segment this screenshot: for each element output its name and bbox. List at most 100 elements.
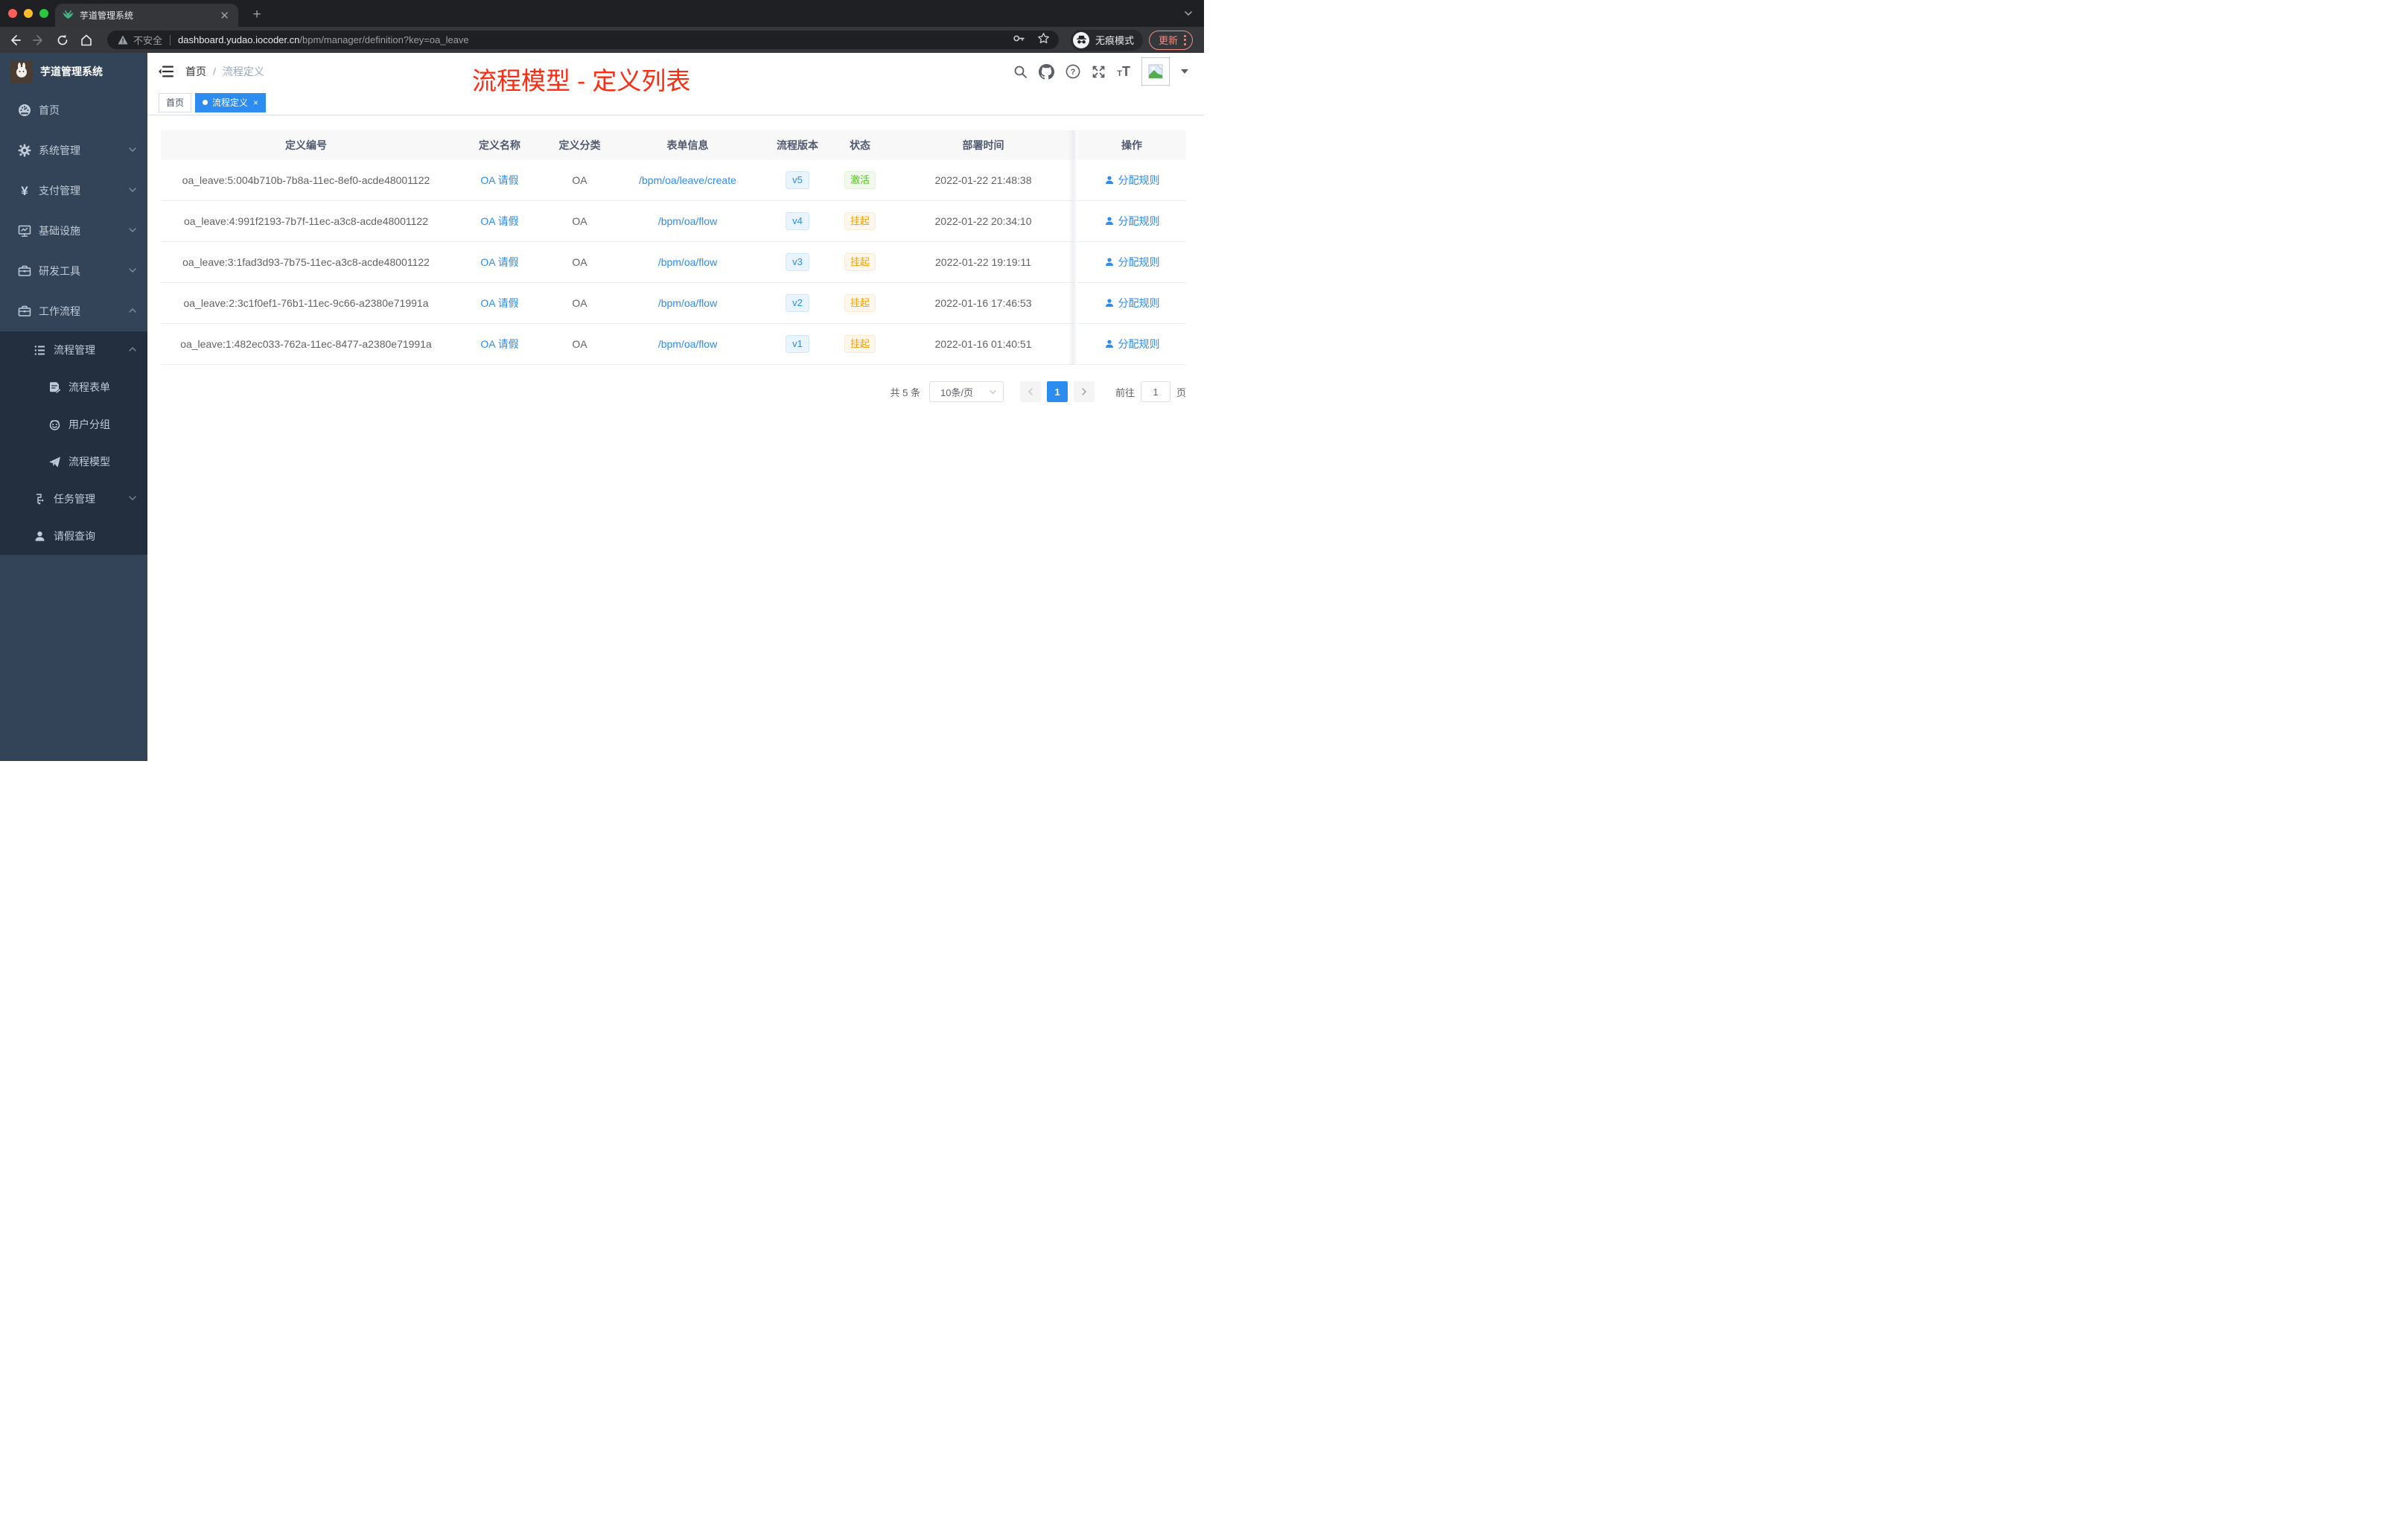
form-link[interactable]: /bpm/oa/flow: [658, 215, 717, 227]
gear-icon: [18, 144, 31, 157]
prev-page-button[interactable]: [1019, 381, 1041, 402]
yen-icon: ¥: [21, 183, 28, 198]
chrome-update-button[interactable]: 更新: [1149, 30, 1194, 50]
tab-close-icon[interactable]: ✕: [218, 9, 231, 22]
deploy-time: 2022-01-16 17:46:53: [934, 297, 1032, 309]
briefcase-icon: [18, 305, 31, 318]
status-badge: 挂起: [844, 334, 876, 354]
security-label: 不安全: [133, 35, 163, 46]
chevron-down-icon: [128, 185, 137, 197]
avatar-caret-icon[interactable]: [1181, 69, 1188, 74]
tag-process-definition[interactable]: 流程定义 ×: [195, 92, 267, 112]
tag-home[interactable]: 首页: [159, 92, 192, 112]
hamburger-collapse-icon[interactable]: [159, 65, 173, 78]
tab-search-chevron-icon[interactable]: [1183, 8, 1194, 22]
status-badge: 激活: [844, 171, 876, 190]
status-badge: 挂起: [844, 293, 876, 313]
sidebar-item-label: 基础设施: [39, 225, 80, 237]
back-button[interactable]: [8, 34, 22, 47]
assign-rule-button[interactable]: 分配规则: [1104, 337, 1160, 351]
definition-name-link[interactable]: OA 请假: [480, 174, 518, 186]
sidebar-item-workflow[interactable]: 工作流程: [0, 291, 147, 331]
deploy-time: 2022-01-22 19:19:11: [935, 256, 1031, 268]
breadcrumb-separator: /: [213, 66, 216, 77]
sidebar-item-process-model[interactable]: 流程模型: [0, 443, 147, 480]
sidebar-item-task-management[interactable]: 任务管理: [0, 480, 147, 518]
form-link[interactable]: /bpm/oa/flow: [658, 256, 717, 268]
incognito-badge: 无痕模式: [1071, 29, 1144, 51]
forward-button[interactable]: [32, 34, 45, 47]
sidebar-item-infrastructure[interactable]: 基础设施: [0, 211, 147, 251]
new-tab-button[interactable]: +: [247, 5, 267, 25]
form-link[interactable]: /bpm/oa/leave/create: [639, 174, 736, 186]
column-header: 流程版本: [777, 139, 818, 151]
form-link[interactable]: /bpm/oa/flow: [658, 297, 717, 309]
version-badge: v1: [786, 334, 809, 354]
home-button[interactable]: [80, 34, 93, 47]
security-chip[interactable]: 不安全: [118, 33, 162, 47]
person-icon: [1105, 299, 1113, 307]
font-size-icon[interactable]: TT: [1117, 65, 1130, 78]
goto-label: 前往: [1115, 386, 1135, 398]
form-link[interactable]: /bpm/oa/flow: [658, 338, 717, 350]
main-area: 首页 / 流程定义 流程模型 - 定义列表 ? TT 首页 流程定义 × 定义编…: [147, 53, 1204, 761]
person-icon: [1105, 258, 1113, 266]
browser-tab[interactable]: 芋道管理系统 ✕: [55, 4, 238, 27]
sidebar-item-home[interactable]: 首页: [0, 90, 147, 130]
help-icon[interactable]: ?: [1066, 64, 1080, 79]
assign-rule-button[interactable]: 分配规则: [1104, 173, 1160, 188]
deploy-time: 2022-01-22 20:34:10: [934, 215, 1032, 227]
definition-name-link[interactable]: OA 请假: [480, 215, 518, 227]
table-header-row: 定义编号 定义名称 定义分类 表单信息 流程版本 状态 部署时间 操作: [161, 130, 1186, 160]
window-controls[interactable]: [8, 9, 48, 18]
bookmark-star-icon[interactable]: [1037, 32, 1050, 48]
table-row: oa_leave:4:991f2193-7b7f-11ec-a3c8-acde4…: [161, 201, 1186, 242]
sidebar-item-devtools[interactable]: 研发工具: [0, 251, 147, 291]
person-icon: [33, 530, 46, 543]
zoom-window-button[interactable]: [39, 9, 48, 18]
minimize-window-button[interactable]: [24, 9, 33, 18]
app-navbar: 首页 / 流程定义 流程模型 - 定义列表 ? TT: [147, 53, 1204, 95]
sidebar-item-payment[interactable]: ¥ 支付管理: [0, 171, 147, 211]
address-bar[interactable]: 不安全 dashboard.yudao.iocoder.cn/bpm/manag…: [107, 31, 1059, 49]
fullscreen-icon[interactable]: [1092, 65, 1106, 79]
definition-id: oa_leave:1:482ec033-762a-11ec-8477-a2380…: [180, 338, 432, 350]
tag-close-icon[interactable]: ×: [253, 98, 258, 108]
sidebar-item-process-management[interactable]: 流程管理: [0, 331, 147, 369]
next-page-button[interactable]: [1073, 381, 1095, 402]
chevron-right-icon: [1082, 388, 1087, 395]
sidebar-item-label: 流程表单: [69, 381, 110, 393]
reload-button[interactable]: [56, 34, 69, 47]
page-number-active[interactable]: 1: [1046, 381, 1068, 402]
close-window-button[interactable]: [8, 9, 17, 18]
page-size-select[interactable]: 10条/页: [929, 381, 1004, 402]
url-text[interactable]: dashboard.yudao.iocoder.cn/bpm/manager/d…: [178, 34, 1013, 45]
browser-menu-kebab-icon[interactable]: [1184, 34, 1187, 45]
search-icon[interactable]: [1013, 65, 1028, 79]
avatar[interactable]: [1141, 57, 1170, 86]
app-logo-row[interactable]: 芋道管理系统: [0, 53, 147, 90]
definition-name-link[interactable]: OA 请假: [480, 256, 518, 268]
password-key-icon[interactable]: [1013, 32, 1025, 48]
table-row: oa_leave:3:1fad3d93-7b75-11ec-a3c8-acde4…: [161, 242, 1186, 283]
assign-rule-button[interactable]: 分配规则: [1104, 255, 1160, 270]
definition-name-link[interactable]: OA 请假: [480, 338, 518, 350]
sidebar-item-label: 任务管理: [54, 493, 95, 505]
fixed-column-divider: [1068, 130, 1077, 365]
table-row: oa_leave:2:3c1f0ef1-76b1-11ec-9c66-a2380…: [161, 283, 1186, 324]
assign-rule-button[interactable]: 分配规则: [1104, 296, 1160, 311]
breadcrumb-home-link[interactable]: 首页: [185, 64, 206, 79]
browser-toolbar: 不安全 dashboard.yudao.iocoder.cn/bpm/manag…: [0, 27, 1204, 53]
sidebar-item-leave-query[interactable]: 请假查询: [0, 518, 147, 555]
github-icon[interactable]: [1039, 63, 1055, 80]
sidebar-item-system[interactable]: 系统管理: [0, 130, 147, 171]
app-logo-avatar: [10, 60, 33, 83]
sidebar-item-process-form[interactable]: 流程表单: [0, 369, 147, 406]
version-badge: v3: [786, 252, 809, 272]
definition-name-link[interactable]: OA 请假: [480, 297, 518, 309]
sidebar-item-user-group[interactable]: 用户分组: [0, 406, 147, 443]
address-divider: [170, 34, 171, 45]
definition-id: oa_leave:5:004b710b-7b8a-11ec-8ef0-acde4…: [182, 174, 430, 186]
assign-rule-button[interactable]: 分配规则: [1104, 214, 1160, 229]
goto-page-input[interactable]: [1140, 381, 1170, 402]
